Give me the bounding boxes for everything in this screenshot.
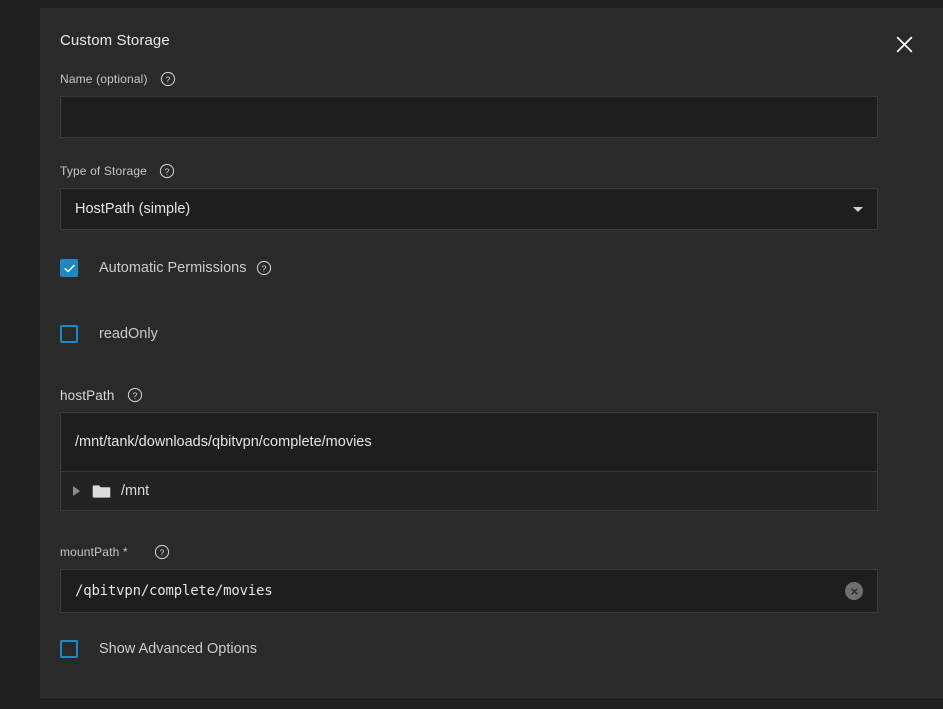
custom-storage-dialog: Custom Storage Name (optional) ? Type of xyxy=(40,8,943,697)
mount-path-input-value: /qbitvpn/complete/movies xyxy=(75,583,835,599)
field-name-label: Name (optional) xyxy=(60,72,148,86)
show-advanced-options-checkbox[interactable] xyxy=(60,640,78,658)
type-of-storage-select[interactable]: HostPath (simple) xyxy=(60,188,878,230)
host-path-input[interactable]: /mnt/tank/downloads/qbitvpn/complete/mov… xyxy=(61,413,877,471)
dialog-backdrop-left xyxy=(0,0,40,709)
host-path-directory-tree: /mnt xyxy=(61,471,877,510)
field-name-label-row: Name (optional) ? xyxy=(60,70,878,88)
field-host-path-label-row: hostPath ? xyxy=(60,386,878,404)
close-icon[interactable] xyxy=(887,27,921,61)
field-mount-path: mountPath * ? /qbitvpn/complete/movies xyxy=(60,543,878,613)
read-only-label: readOnly xyxy=(99,326,158,342)
automatic-permissions-checkbox-row[interactable]: Automatic Permissions ? xyxy=(60,257,272,279)
mount-path-input[interactable]: /qbitvpn/complete/movies xyxy=(60,569,878,613)
help-circle-icon[interactable]: ? xyxy=(127,387,143,403)
clear-circle-icon[interactable] xyxy=(845,582,863,600)
svg-text:?: ? xyxy=(132,390,137,400)
host-path-panel: /mnt/tank/downloads/qbitvpn/complete/mov… xyxy=(60,412,878,511)
help-circle-icon[interactable]: ? xyxy=(154,544,170,560)
type-of-storage-value: HostPath (simple) xyxy=(75,201,843,217)
field-name: Name (optional) ? xyxy=(60,70,878,138)
automatic-permissions-label: Automatic Permissions xyxy=(99,260,246,276)
read-only-checkbox[interactable] xyxy=(60,325,78,343)
dialog-title: Custom Storage xyxy=(60,32,170,49)
dialog-bottom-divider xyxy=(40,697,943,698)
tree-item-mnt[interactable]: /mnt xyxy=(61,478,877,504)
help-circle-icon[interactable]: ? xyxy=(159,163,175,179)
field-type-of-storage-label: Type of Storage xyxy=(60,164,147,178)
host-path-input-value: /mnt/tank/downloads/qbitvpn/complete/mov… xyxy=(75,434,372,450)
svg-text:?: ? xyxy=(165,74,170,84)
help-circle-icon[interactable]: ? xyxy=(160,71,176,87)
tree-item-mnt-label: /mnt xyxy=(121,483,149,499)
field-type-of-storage: Type of Storage ? HostPath (simple) xyxy=(60,162,878,230)
name-input[interactable] xyxy=(60,96,878,138)
folder-icon xyxy=(92,484,111,499)
show-advanced-options-label: Show Advanced Options xyxy=(99,641,257,657)
svg-text:?: ? xyxy=(262,263,267,273)
chevron-down-icon xyxy=(853,207,863,212)
show-advanced-options-checkbox-row[interactable]: Show Advanced Options xyxy=(60,638,257,660)
field-mount-path-label: mountPath * xyxy=(60,545,128,559)
field-host-path: hostPath ? /mnt/tank/downloads/qbitvpn/c… xyxy=(60,386,878,511)
field-host-path-label: hostPath xyxy=(60,388,115,403)
field-mount-path-label-row: mountPath * ? xyxy=(60,543,878,561)
app-screen: Custom Storage Name (optional) ? Type of xyxy=(0,0,943,709)
help-circle-icon[interactable]: ? xyxy=(256,260,272,276)
triangle-right-icon[interactable] xyxy=(73,486,80,496)
svg-text:?: ? xyxy=(165,166,170,176)
field-type-of-storage-label-row: Type of Storage ? xyxy=(60,162,878,180)
automatic-permissions-checkbox[interactable] xyxy=(60,259,78,277)
svg-text:?: ? xyxy=(159,547,164,557)
read-only-checkbox-row[interactable]: readOnly xyxy=(60,323,158,345)
